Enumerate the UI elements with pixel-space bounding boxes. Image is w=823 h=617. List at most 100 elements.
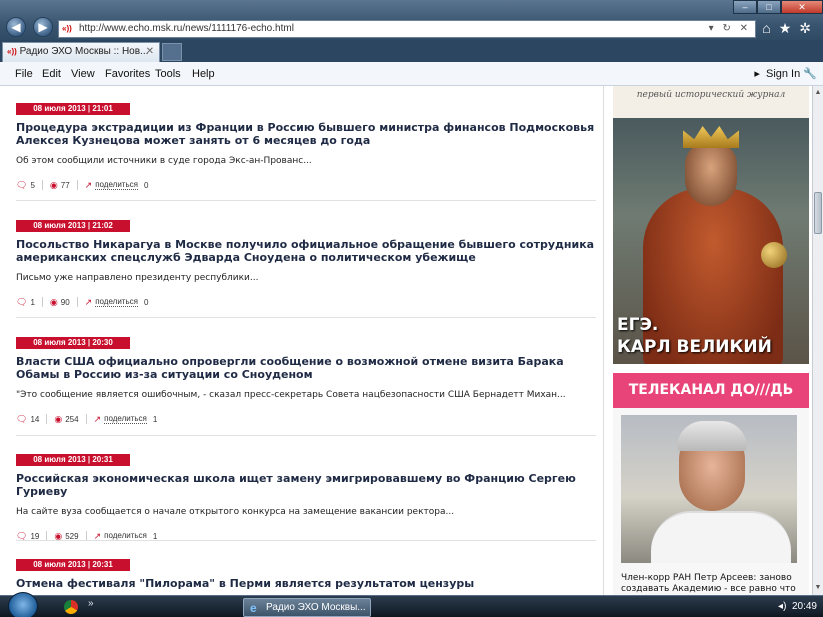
share-count: 0 [143, 297, 149, 307]
scroll-down-arrow-icon[interactable]: ▼ [813, 581, 823, 595]
view-count: 77 [60, 180, 70, 190]
sidebar: первый исторический журнал ЕГЭ. КАРЛ ВЕЛ… [603, 86, 812, 595]
back-arrow-icon[interactable]: ◀ [6, 17, 26, 37]
news-headline-link[interactable]: Российская экономическая школа ищет заме… [16, 472, 596, 498]
news-item: 08 июля 2013 | 20:31 Отмена фестиваля "П… [16, 558, 596, 590]
menu-help[interactable]: Help [192, 62, 215, 86]
share-icon[interactable]: ↗ [94, 414, 102, 425]
news-headline-link[interactable]: Власти США официально опровергли сообщен… [16, 355, 596, 381]
ie-icon: e [250, 601, 257, 615]
news-lede: На сайте вуза сообщается о начале открыт… [16, 507, 455, 517]
minimize-button[interactable]: – [733, 0, 757, 14]
clock[interactable]: 20:49 [792, 601, 817, 612]
new-tab-button[interactable] [162, 43, 182, 61]
windows-start-icon[interactable] [8, 592, 38, 617]
news-meta: 🗨 14 ◉ 254 ↗ поделиться 1 [16, 413, 596, 425]
meta-separator [41, 180, 43, 190]
scroll-up-arrow-icon[interactable]: ▲ [813, 86, 823, 100]
news-lede: "Это сообщение является ошибочным, - ска… [16, 390, 566, 400]
comment-icon[interactable]: 🗨 [16, 180, 27, 191]
taskbar-task-label: Радио ЭХО Москвы... [266, 602, 366, 613]
guest-photo[interactable] [621, 415, 797, 563]
share-link[interactable]: поделиться [95, 297, 138, 307]
tab-echo[interactable]: «)) Радио ЭХО Москвы :: Нов... ✕ [2, 42, 160, 62]
tab-close-icon[interactable]: ✕ [146, 43, 154, 61]
eye-icon: ◉ [49, 296, 58, 307]
vertical-scrollbar[interactable]: ▲ ▼ [812, 86, 823, 595]
journal-tagline: первый исторический журнал [636, 90, 786, 100]
share-link[interactable]: поделиться [104, 414, 147, 424]
site-favicon-icon: «)) [62, 24, 76, 33]
share-icon[interactable]: ↗ [85, 297, 93, 308]
journal-banner[interactable]: первый исторический журнал ЕГЭ. КАРЛ ВЕЛ… [613, 86, 809, 364]
address-bar[interactable]: «)) http://www.echo.msk.ru/news/1111176-… [58, 20, 756, 38]
news-divider [16, 435, 596, 436]
news-headline-link[interactable]: Отмена фестиваля "Пилорама" в Перми явля… [16, 577, 596, 590]
channel-logo[interactable]: ТЕЛЕКАНАЛ ДО///ДЬ [613, 373, 809, 408]
menu-edit[interactable]: Edit [42, 62, 61, 86]
news-lede: Об этом сообщили источники в суде города… [16, 156, 312, 166]
volume-icon[interactable]: ◂) [778, 601, 786, 612]
meta-separator [76, 180, 78, 190]
star-icon[interactable]: ★ [779, 20, 800, 36]
share-icon[interactable]: ↗ [85, 180, 93, 191]
share-count: 1 [152, 414, 158, 424]
news-date: 08 июля 2013 | 20:31 [16, 454, 130, 466]
share-count: 0 [143, 180, 149, 190]
share-link[interactable]: поделиться [95, 180, 138, 190]
forward-arrow-icon[interactable]: ▶ [33, 17, 53, 37]
comment-count[interactable]: 14 [30, 415, 39, 424]
banner-title-line2: КАРЛ ВЕЛИКИЙ [617, 337, 772, 357]
address-url[interactable]: http://www.echo.msk.ru/news/1111176-echo… [79, 23, 294, 34]
view-count: 254 [65, 414, 79, 424]
news-headline-link[interactable]: Посольство Никарагуа в Москве получило о… [16, 238, 596, 264]
window-controls: – □ ✕ [733, 0, 823, 14]
browser-titlebar: – □ ✕ ◀ ▶ «)) http://www.echo.msk.ru/new… [0, 0, 823, 40]
scrollbar-thumb[interactable] [814, 192, 822, 234]
news-meta: 🗨 5 ◉ 77 ↗ поделиться 0 [16, 179, 596, 191]
gear-icon[interactable]: ✲ [799, 20, 819, 36]
comment-icon[interactable]: 🗨 [16, 414, 27, 425]
guest-shirt [651, 511, 791, 563]
guest-hair [677, 421, 747, 451]
refresh-stop-icon[interactable]: ▾ ↻ ✕ [709, 21, 751, 37]
news-meta: 🗨 1 ◉ 90 ↗ поделиться 0 [16, 296, 596, 308]
comment-icon[interactable]: 🗨 [16, 297, 27, 308]
menu-favorites[interactable]: Favorites [105, 62, 150, 86]
news-item: 08 июля 2013 | 20:30 Власти США официаль… [16, 336, 596, 425]
king-face [685, 142, 737, 206]
sign-in-label[interactable]: Sign In [766, 68, 800, 80]
sign-in-link[interactable]: ▸ Sign In 🔧 [754, 62, 817, 86]
meta-separator [41, 297, 43, 307]
news-headline-link[interactable]: Процедура экстрадиции из Франции в Росси… [16, 121, 596, 147]
news-date: 08 июля 2013 | 20:31 [16, 559, 130, 571]
news-feed: 08 июля 2013 | 21:01 Процедура экстрадиц… [0, 86, 602, 595]
comment-count[interactable]: 1 [30, 298, 34, 307]
maximize-button[interactable]: □ [757, 0, 781, 14]
dozhd-promo[interactable]: ТЕЛЕКАНАЛ ДО///ДЬ Член-корр РАН Петр Арс… [613, 373, 809, 595]
news-divider [16, 317, 596, 318]
browser-toolbar-icons: ⌂★✲ [762, 20, 819, 37]
menu-view[interactable]: View [71, 62, 95, 86]
news-lede: Письмо уже направлено президенту республ… [16, 273, 259, 283]
taskbar-ie-window[interactable]: e Радио ЭХО Москвы... [243, 598, 371, 617]
home-icon[interactable]: ⌂ [762, 20, 778, 36]
charlemagne-painting[interactable]: ЕГЭ. КАРЛ ВЕЛИКИЙ [613, 118, 809, 364]
quicklaunch-more-icon[interactable]: » [88, 598, 94, 609]
news-date: 08 июля 2013 | 21:01 [16, 103, 130, 115]
news-divider [16, 200, 596, 201]
news-date: 08 июля 2013 | 20:30 [16, 337, 130, 349]
news-item: 08 июля 2013 | 20:31 Российская экономич… [16, 453, 596, 542]
news-item: 08 июля 2013 | 21:02 Посольство Никарагу… [16, 219, 596, 308]
tab-favicon-icon: «)) [7, 47, 17, 56]
menu-tools[interactable]: Tools [155, 62, 181, 86]
view-count: 90 [60, 297, 70, 307]
chrome-icon[interactable] [64, 600, 78, 614]
crown-icon [683, 126, 739, 148]
promo-caption-link[interactable]: Член-корр РАН Петр Арсеев: заново создав… [621, 573, 801, 595]
close-window-button[interactable]: ✕ [781, 0, 823, 14]
web-page: 08 июля 2013 | 21:01 Процедура экстрадиц… [0, 86, 812, 595]
banner-title-line1: ЕГЭ. [617, 315, 659, 335]
comment-count[interactable]: 5 [30, 181, 34, 190]
menu-file[interactable]: File [15, 62, 33, 86]
